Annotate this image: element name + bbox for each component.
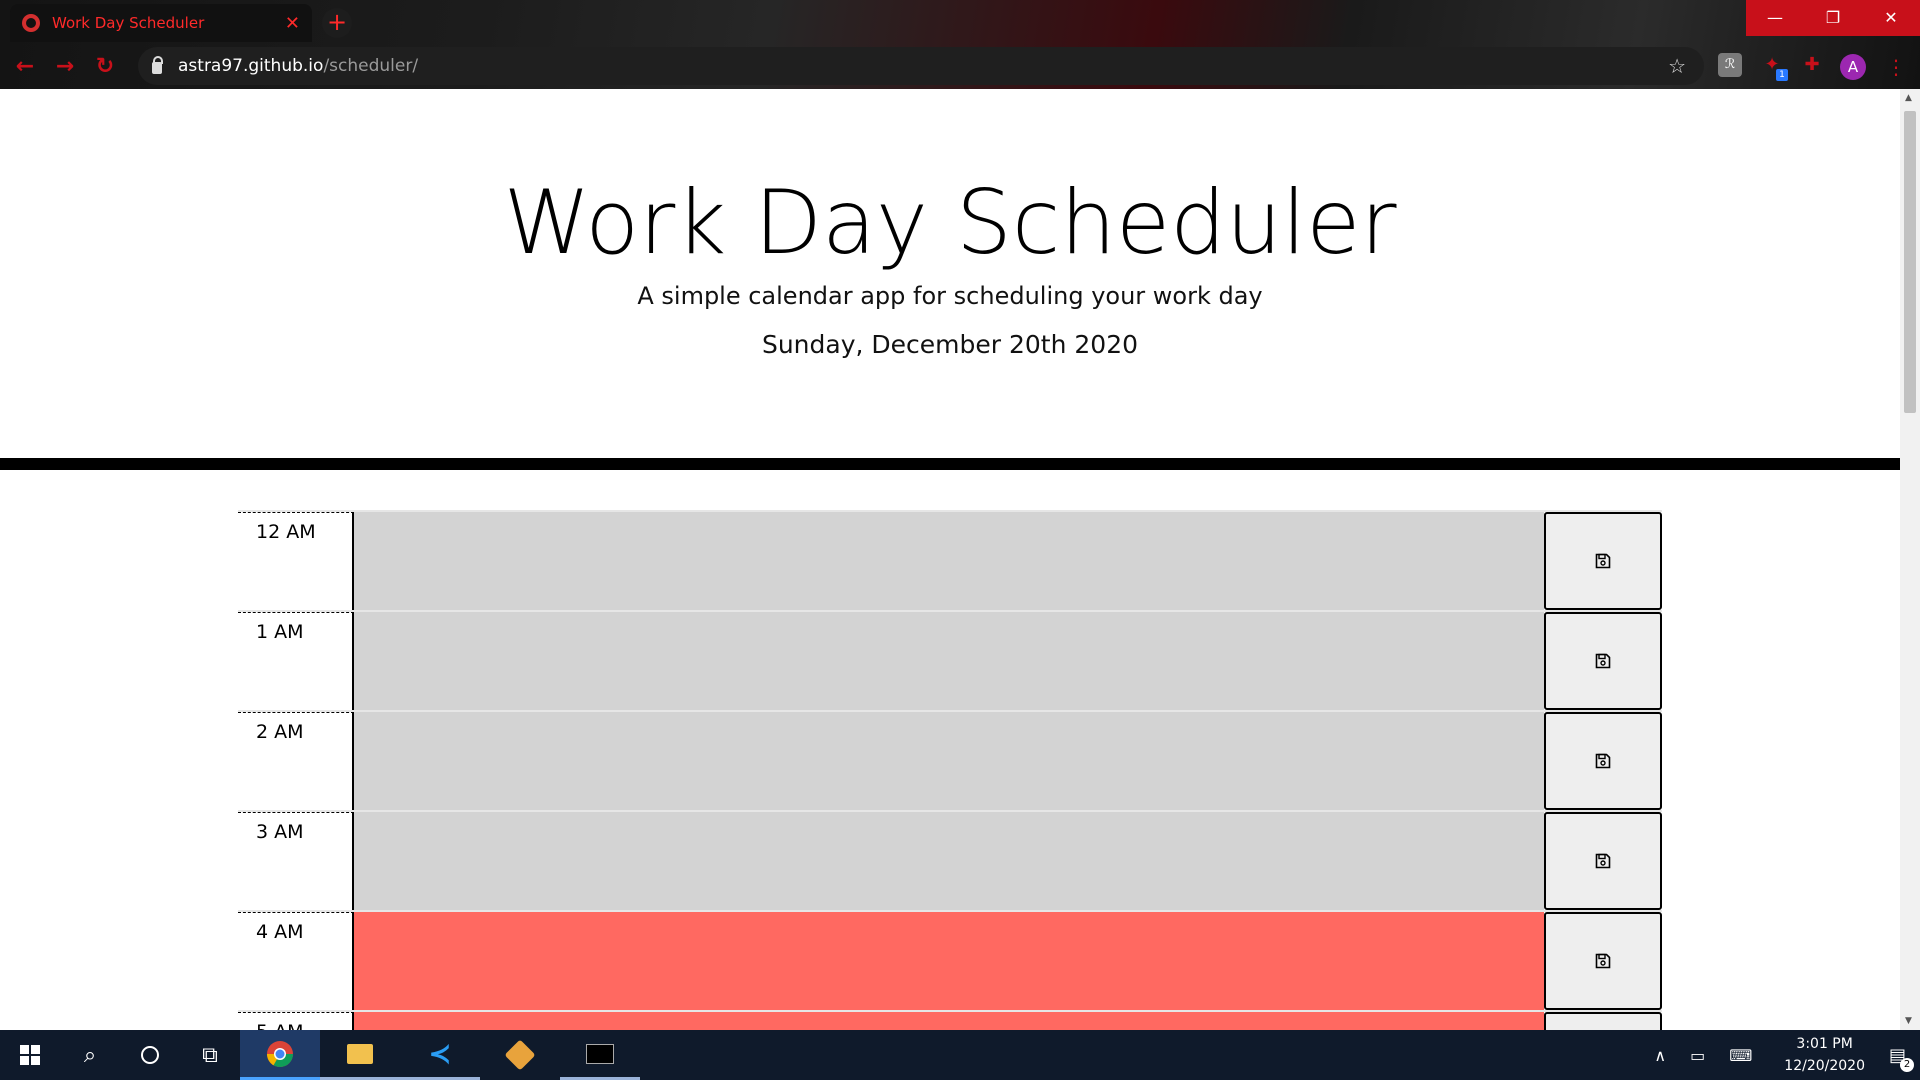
save-icon xyxy=(1595,753,1611,769)
vscode-icon[interactable]: ≺ xyxy=(400,1030,480,1080)
restore-button[interactable]: ❐ xyxy=(1804,0,1862,36)
puzzle-icon[interactable]: ✚ xyxy=(1800,53,1824,77)
current-day: Sunday, December 20th 2020 xyxy=(761,329,1139,359)
page-viewport: Work Day Scheduler A simple calendar app… xyxy=(0,89,1900,1030)
save-button[interactable] xyxy=(1544,912,1662,1010)
reload-button[interactable]: ↻ xyxy=(90,52,120,82)
event-textarea[interactable] xyxy=(354,812,1544,910)
search-icon[interactable]: ⌕ xyxy=(60,1030,120,1080)
jumbotron: Work Day Scheduler A simple calendar app… xyxy=(0,89,1900,359)
hour-label: 3 AM xyxy=(238,812,354,910)
notification-icon[interactable]: ▤ 2 xyxy=(1889,1045,1914,1072)
save-button[interactable] xyxy=(1544,1012,1662,1030)
extension-cast-icon[interactable]: ✦ 1 xyxy=(1760,53,1788,81)
start-button[interactable] xyxy=(0,1030,60,1080)
page-title: Work Day Scheduler xyxy=(503,171,1397,274)
hour-label: 4 AM xyxy=(238,912,354,1010)
profile-avatar[interactable]: A xyxy=(1840,54,1866,80)
time-block-row: 4 AM xyxy=(238,910,1662,1010)
save-icon xyxy=(1595,653,1611,669)
clock-date: 12/20/2020 xyxy=(1784,1058,1865,1074)
window-controls: — ❐ ✕ xyxy=(1746,0,1920,36)
scroll-down-arrow-icon[interactable]: ▼ xyxy=(1905,1016,1912,1026)
time-block-row: 1 AM xyxy=(238,610,1662,710)
bookmark-star-icon[interactable]: ☆ xyxy=(1668,54,1686,78)
hour-label: 5 AM xyxy=(238,1012,354,1030)
keyboard-icon[interactable]: ⌨ xyxy=(1729,1046,1752,1065)
save-button[interactable] xyxy=(1544,712,1662,810)
favicon-icon xyxy=(22,14,40,32)
extension-icon[interactable]: ℛ xyxy=(1718,53,1742,77)
hour-label: 12 AM xyxy=(238,512,354,610)
time-block-list: 12 AM1 AM2 AM3 AM4 AM 5 AM xyxy=(238,510,1662,1030)
taskbar: ⌕ ⧉ ≺ ∧ ▭ ⌨ 3:01 PM 12/20/2020 ▤ 2 xyxy=(0,1030,1920,1080)
new-tab-button[interactable]: + xyxy=(322,8,352,38)
clock-time: 3:01 PM xyxy=(1796,1036,1853,1052)
time-block-row: 12 AM xyxy=(238,510,1662,610)
save-icon xyxy=(1595,853,1611,869)
terminal-icon[interactable] xyxy=(560,1030,640,1080)
event-textarea[interactable] xyxy=(354,1012,1544,1030)
url-path: /scheduler/ xyxy=(323,56,419,76)
hour-label: 1 AM xyxy=(238,612,354,710)
address-bar[interactable]: astra97.github.io/scheduler/ ☆ xyxy=(138,47,1704,85)
save-icon xyxy=(1595,553,1611,569)
time-block-row: 5 AM xyxy=(238,1010,1662,1030)
time-block-row: 2 AM xyxy=(238,710,1662,810)
clock[interactable]: 3:01 PM 12/20/2020 xyxy=(1784,1033,1865,1077)
scroll-thumb[interactable] xyxy=(1904,111,1916,413)
cortana-icon[interactable] xyxy=(120,1030,180,1080)
notification-badge: 2 xyxy=(1900,1057,1914,1072)
save-icon xyxy=(1595,953,1611,969)
git-client-icon[interactable] xyxy=(480,1030,560,1080)
tab-title: Work Day Scheduler xyxy=(52,14,205,32)
browser-toolbar: ← → ↻ astra97.github.io/scheduler/ ☆ ℛ ✦… xyxy=(0,44,1920,89)
windows-icon xyxy=(20,1045,40,1065)
minimize-button[interactable]: — xyxy=(1746,0,1804,36)
page-subtitle: A simple calendar app for scheduling you… xyxy=(637,281,1263,310)
chrome-app-icon[interactable] xyxy=(240,1030,320,1080)
save-button[interactable] xyxy=(1544,612,1662,710)
event-textarea[interactable] xyxy=(354,712,1544,810)
save-button[interactable] xyxy=(1544,812,1662,910)
forward-button[interactable]: → xyxy=(50,52,80,82)
extension-badge: 1 xyxy=(1776,69,1788,81)
url-host: astra97.github.io xyxy=(178,56,324,76)
save-button[interactable] xyxy=(1544,512,1662,610)
event-textarea[interactable] xyxy=(354,512,1544,610)
hour-label: 2 AM xyxy=(238,712,354,810)
lock-icon xyxy=(152,56,163,74)
system-tray: ∧ ▭ ⌨ 3:01 PM 12/20/2020 ▤ 2 xyxy=(1642,1030,1920,1080)
back-button[interactable]: ← xyxy=(10,52,40,82)
event-textarea[interactable] xyxy=(354,912,1544,1010)
task-view-icon[interactable]: ⧉ xyxy=(180,1030,240,1080)
header-divider xyxy=(0,458,1900,470)
file-explorer-icon[interactable] xyxy=(320,1030,400,1080)
chevron-up-icon[interactable]: ∧ xyxy=(1654,1046,1666,1065)
scrollbar[interactable]: ▲ ▼ xyxy=(1900,89,1920,1030)
close-window-button[interactable]: ✕ xyxy=(1862,0,1920,36)
url-text[interactable]: astra97.github.io/scheduler/ xyxy=(178,56,418,76)
scroll-up-arrow-icon[interactable]: ▲ xyxy=(1905,93,1912,103)
tab-close-icon[interactable]: ✕ xyxy=(285,13,300,34)
browser-chrome: Work Day Scheduler ✕ + — ❐ ✕ ← → ↻ astra… xyxy=(0,0,1920,89)
network-icon[interactable]: ▭ xyxy=(1690,1046,1705,1065)
menu-icon[interactable]: ⋮ xyxy=(1886,54,1906,80)
event-textarea[interactable] xyxy=(354,612,1544,710)
browser-tab[interactable]: Work Day Scheduler ✕ xyxy=(10,4,312,42)
time-block-row: 3 AM xyxy=(238,810,1662,910)
